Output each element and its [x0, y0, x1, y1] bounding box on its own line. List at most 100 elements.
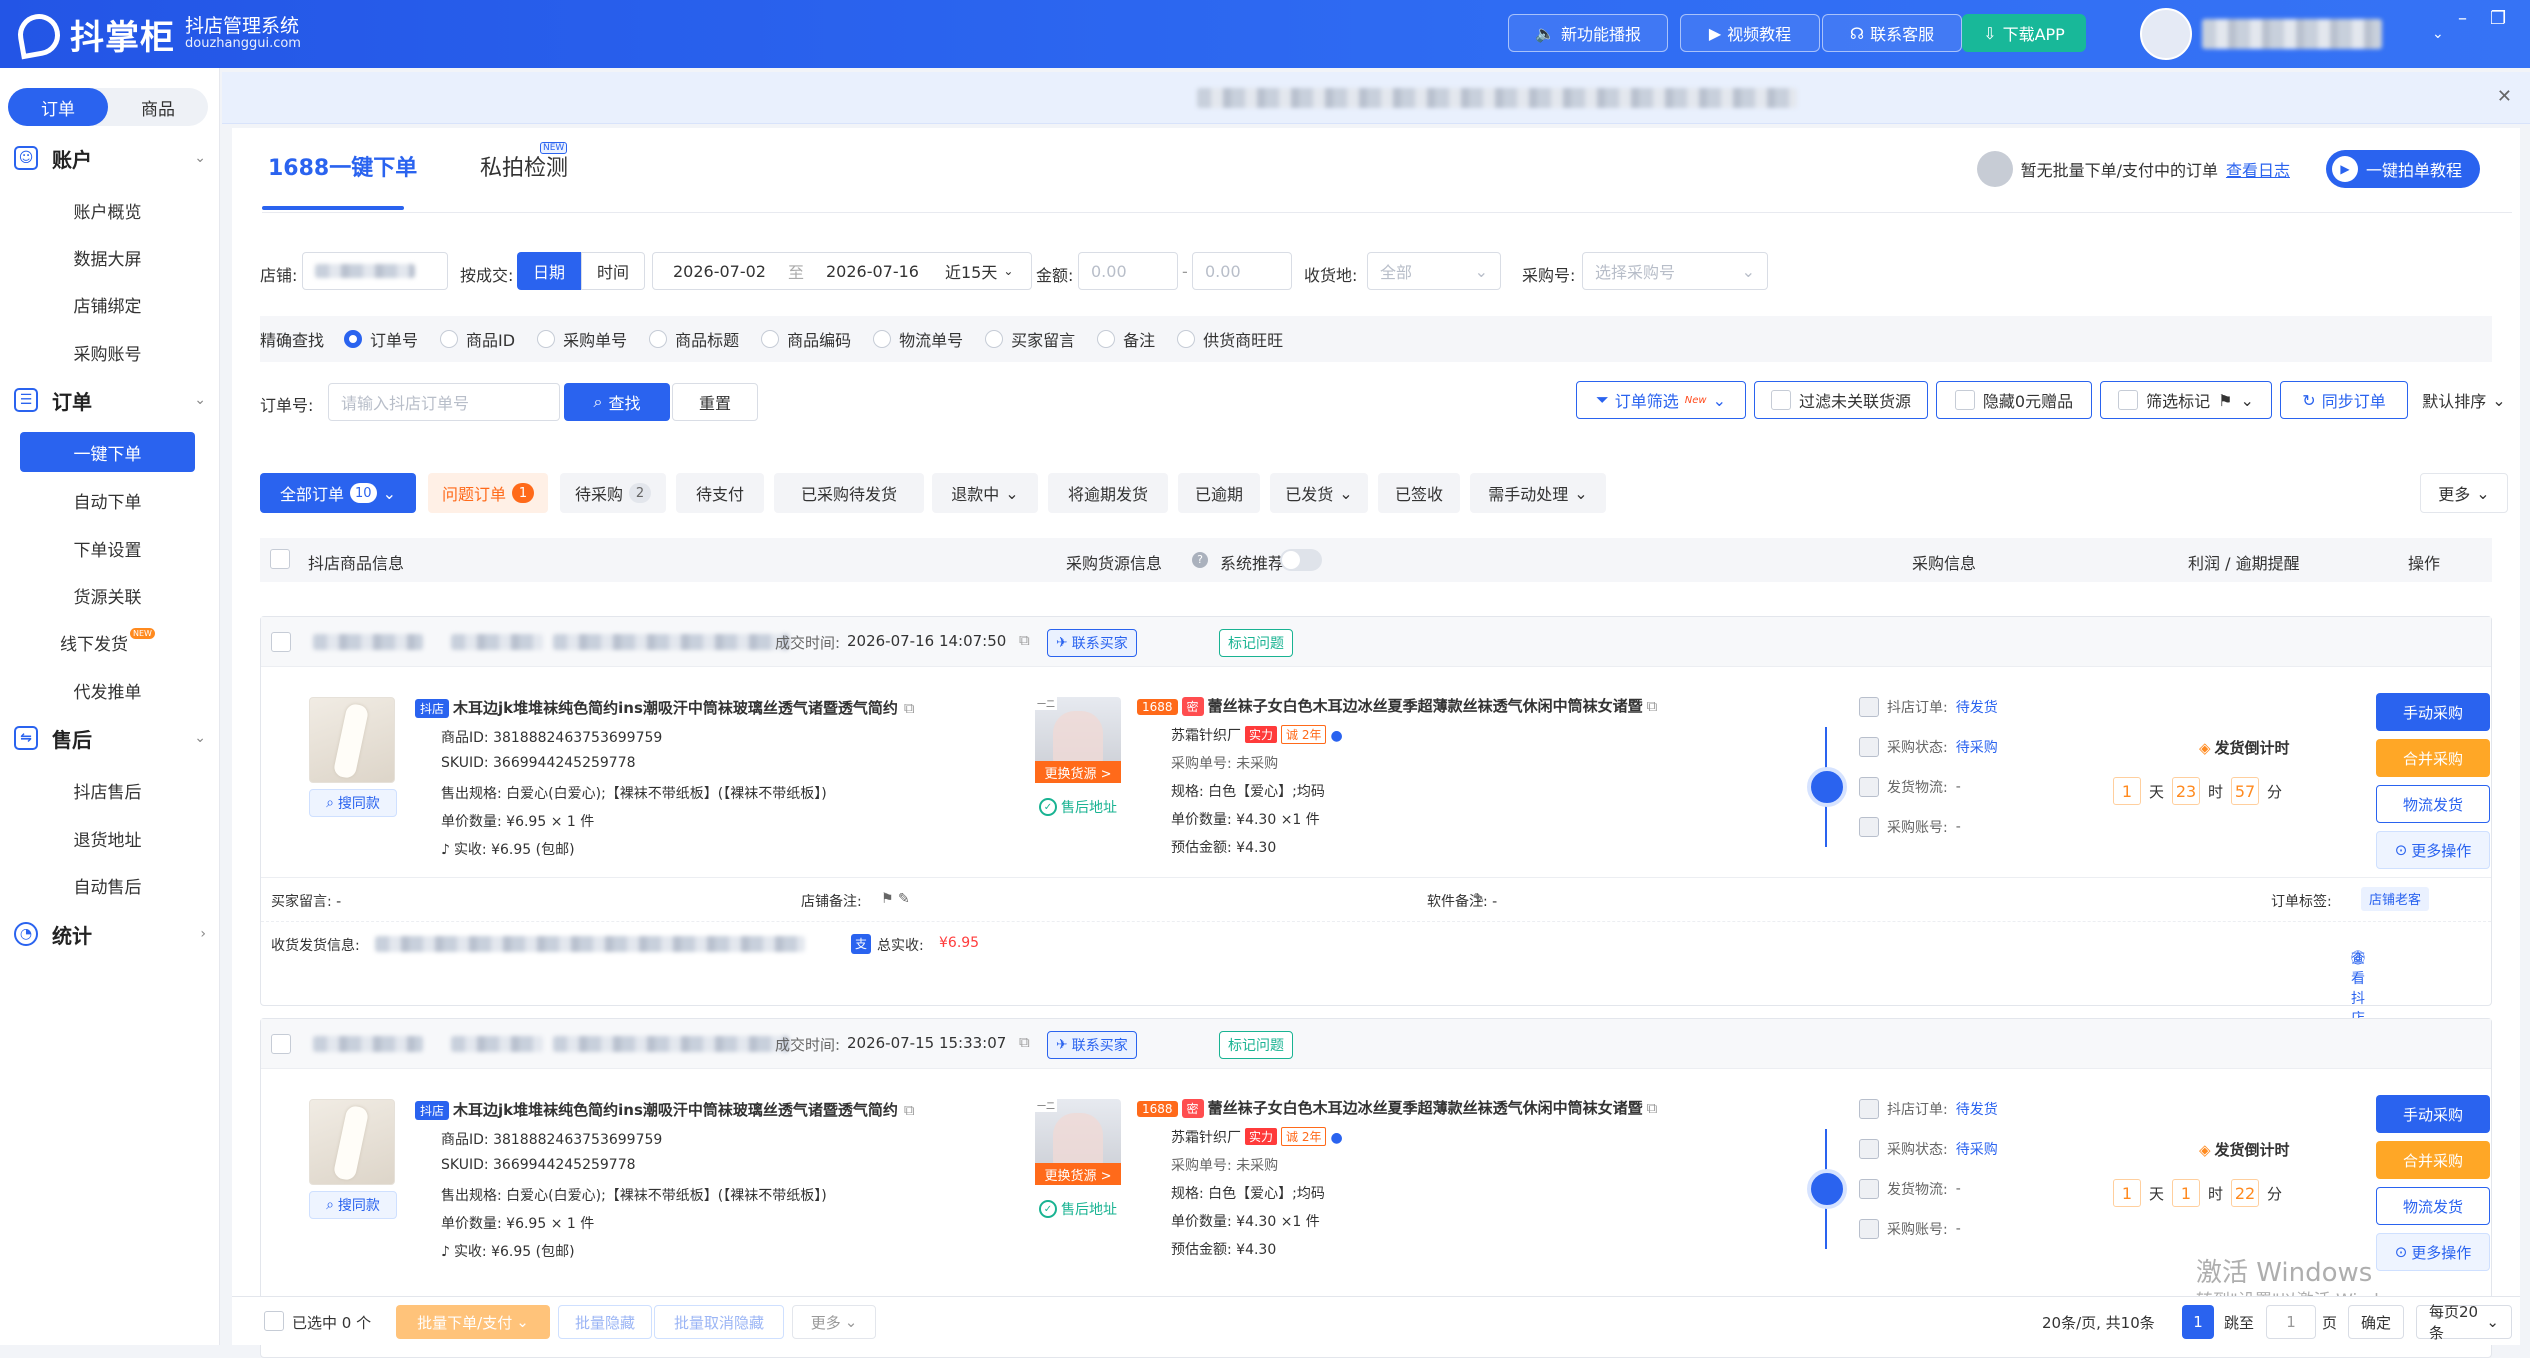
tab-1688-order[interactable]: 1688一键下单 [268, 150, 417, 182]
radio-supplier-wangwang[interactable]: 供货商旺旺 [1177, 327, 1283, 351]
mark-problem-button[interactable]: 标记问题 [1219, 629, 1293, 657]
product-title[interactable]: 抖店 木耳边jk堆堆袜纯色简约ins潮吸汗中筒袜玻璃丝透气诸暨透气简约 ⧉ [415, 1099, 915, 1120]
source-shop[interactable]: 苏霜针织厂 实力诚 2年 ● [1171, 725, 1343, 745]
source-title[interactable]: 1688 密蕾丝袜子女白色木耳边冰丝夏季超薄款丝袜透气休闲中筒袜女诸暨 ⧉ [1137, 695, 1657, 716]
swap-source-button[interactable]: 更换货源 > [1035, 761, 1121, 783]
user-menu[interactable]: ⌄ [2140, 8, 2444, 60]
swap-source-button[interactable]: 更换货源 > [1035, 1163, 1121, 1185]
sidebar-item-shop-binding[interactable]: 店铺绑定 [20, 284, 195, 324]
radio-purchase-no[interactable]: 采购单号 [537, 327, 627, 351]
status-tab-all[interactable]: 全部订单 10 ⌄ [260, 473, 416, 513]
segment-orders[interactable]: 订单 [8, 88, 108, 126]
order-checkbox[interactable] [271, 1034, 291, 1054]
status-tab-refunding[interactable]: 退款中 ⌄ [932, 473, 1038, 513]
sync-orders-button[interactable]: ↻ 同步订单 [2280, 381, 2408, 419]
product-image[interactable] [309, 1099, 395, 1185]
product-image[interactable] [309, 697, 395, 783]
radio-product-id[interactable]: 商品ID [440, 327, 515, 351]
sidebar-item-return-address[interactable]: 退货地址 [20, 818, 195, 858]
jump-input[interactable]: 1 [2266, 1305, 2316, 1339]
contact-buyer-button[interactable]: ✈ 联系买家 [1047, 629, 1137, 657]
radio-remark[interactable]: 备注 [1097, 327, 1155, 351]
sidebar-item-shop-after-sales[interactable]: 抖店售后 [20, 770, 195, 810]
close-icon[interactable]: ✕ [2497, 86, 2512, 107]
segment-products[interactable]: 商品 [108, 88, 208, 126]
footer-more-button[interactable]: 更多 ⌄ [792, 1305, 876, 1339]
sidebar-group-orders[interactable]: ☰ 订单 ⌄ [0, 380, 220, 420]
sidebar-item-source-link[interactable]: 货源关联 [20, 575, 195, 615]
amount-min-input[interactable]: 0.00 [1078, 252, 1178, 290]
sidebar-group-after-sales[interactable]: ⇋ 售后 ⌄ [0, 718, 220, 758]
sidebar-item-dropship-push[interactable]: 代发推单 [20, 670, 195, 710]
source-title[interactable]: 1688 密蕾丝袜子女白色木耳边冰丝夏季超薄款丝袜透气休闲中筒袜女诸暨 ⧉ [1137, 1097, 1657, 1118]
buyer-select[interactable]: 选择采购号 ⌄ [1582, 252, 1768, 290]
minimize-icon[interactable]: – [2458, 8, 2467, 29]
radio-buyer-msg[interactable]: 买家留言 [985, 327, 1075, 351]
contact-support-button[interactable]: ☊ 联系客服 [1822, 14, 1962, 52]
radio-logistics-no[interactable]: 物流单号 [873, 327, 963, 351]
copy-icon[interactable]: ⧉ [904, 699, 915, 717]
recommend-toggle[interactable] [1280, 549, 1322, 571]
select-all-footer-checkbox[interactable] [264, 1311, 284, 1331]
new-features-button[interactable]: 🔈 新功能播报 [1508, 14, 1668, 52]
view-log-link[interactable]: 查看日志 [2226, 157, 2290, 181]
source-image[interactable]: 一二 更换货源 > [1035, 697, 1121, 783]
sidebar-item-offline-ship[interactable]: 线下发货 NEW [20, 622, 195, 662]
jump-confirm-button[interactable]: 确定 [2348, 1305, 2404, 1339]
radio-product-title[interactable]: 商品标题 [649, 327, 739, 351]
status-tab-problem[interactable]: 问题订单 1 [428, 473, 548, 513]
order-filter-button[interactable]: ⏷ 订单筛选 New ⌄ [1576, 381, 1746, 419]
copy-icon[interactable]: ⧉ [1647, 697, 1658, 715]
radio-order-no[interactable]: 订单号 [344, 327, 418, 351]
contact-buyer-button[interactable]: ✈ 联系买家 [1047, 1031, 1137, 1059]
region-select[interactable]: 全部 ⌄ [1367, 252, 1501, 290]
search-same-button[interactable]: ⌕ 搜同款 [309, 1191, 397, 1219]
more-actions-button[interactable]: ⊙ 更多操作 [2376, 1233, 2490, 1271]
source-shop[interactable]: 苏霜针织厂 实力诚 2年 ● [1171, 1127, 1343, 1147]
logistics-ship-button[interactable]: 物流发货 [2376, 1187, 2490, 1225]
sidebar-item-auto-order[interactable]: 自动下单 [20, 480, 195, 520]
more-actions-button[interactable]: ⊙ 更多操作 [2376, 831, 2490, 869]
by-time-button[interactable]: 时间 [581, 252, 645, 290]
sidebar-item-order-settings[interactable]: 下单设置 [20, 528, 195, 568]
search-button[interactable]: ⌕ 查找 [564, 383, 670, 421]
sidebar-group-stats[interactable]: ◔ 统计 › [0, 914, 220, 954]
filter-mark-toggle[interactable]: 筛选标记 ⚑ ⌄ [2100, 381, 2272, 419]
manual-purchase-button[interactable]: 手动采购 [2376, 693, 2490, 731]
status-tab-purchased[interactable]: 已采购待发货 [774, 473, 924, 513]
reset-button[interactable]: 重置 [672, 383, 758, 421]
after-sale-address[interactable]: ✓ 售后地址 [1039, 797, 1117, 817]
by-date-button[interactable]: 日期 [517, 252, 581, 290]
video-tutorial-button[interactable]: ▶ 视频教程 [1680, 14, 1820, 52]
status-tab-to-purchase[interactable]: 待采购 2 [560, 473, 666, 513]
logistics-ship-button[interactable]: 物流发货 [2376, 785, 2490, 823]
copy-icon[interactable]: ⧉ [1019, 631, 1030, 649]
batch-hide-button[interactable]: 批量隐藏 [558, 1305, 652, 1339]
mark-problem-button[interactable]: 标记问题 [1219, 1031, 1293, 1059]
copy-icon[interactable]: ⧉ [1019, 1033, 1030, 1051]
sort-select[interactable]: 默认排序 ⌄ [2416, 381, 2512, 419]
maximize-icon[interactable]: ❐ [2490, 8, 2506, 29]
download-app-button[interactable]: ⇩ 下载APP [1962, 14, 2086, 52]
batch-unhide-button[interactable]: 批量取消隐藏 [654, 1305, 784, 1339]
sidebar-item-purchase-account[interactable]: 采购账号 [20, 332, 195, 372]
sidebar-group-account[interactable]: ☺ 账户 ⌄ [0, 138, 220, 178]
source-image[interactable]: 一二 更换货源 > [1035, 1099, 1121, 1185]
copy-icon[interactable]: ⧉ [1647, 1099, 1658, 1117]
radio-product-code[interactable]: 商品编码 [761, 327, 851, 351]
merge-purchase-button[interactable]: 合并采购 [2376, 739, 2490, 777]
after-sale-address[interactable]: ✓ 售后地址 [1039, 1199, 1117, 1219]
status-tab-signed[interactable]: 已签收 [1378, 473, 1460, 513]
per-page-select[interactable]: 每页20条 ⌄ [2416, 1303, 2512, 1342]
edit-icon[interactable]: ✎ [1473, 891, 1485, 907]
manual-purchase-button[interactable]: 手动采购 [2376, 1095, 2490, 1133]
tab-private-check[interactable]: 私拍检测 [480, 150, 568, 182]
status-tab-manual[interactable]: 需手动处理 ⌄ [1470, 473, 1606, 513]
select-all-checkbox[interactable] [270, 549, 290, 569]
search-same-button[interactable]: ⌕ 搜同款 [309, 789, 397, 817]
status-tab-near-overdue[interactable]: 将逾期发货 [1048, 473, 1168, 513]
date-range-picker[interactable]: 2026-07-02 至 2026-07-16 近15天 ⌄ [652, 252, 1032, 290]
status-tab-shipped[interactable]: 已发货 ⌄ [1270, 473, 1368, 513]
order-no-input[interactable]: 请输入抖店订单号 [328, 383, 560, 421]
flag-icon[interactable]: ⚑ ✎ [881, 891, 910, 907]
